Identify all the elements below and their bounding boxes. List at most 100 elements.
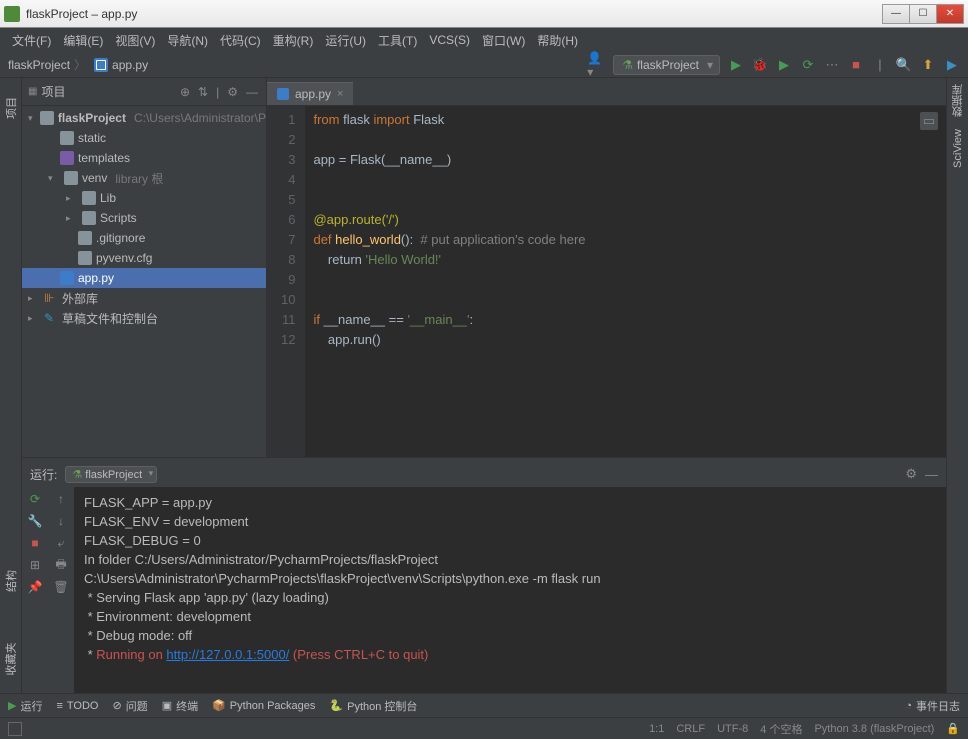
hide-icon[interactable]: — xyxy=(244,85,260,99)
tree-static[interactable]: static xyxy=(22,128,266,148)
tree-pyvenv[interactable]: pyvenv.cfg xyxy=(22,248,266,268)
todo-tool-tab[interactable]: ≡TODO xyxy=(56,700,98,712)
close-button[interactable]: ✕ xyxy=(936,4,964,24)
user-icon[interactable]: 👤▾ xyxy=(587,56,605,74)
flask-icon: ⚗ xyxy=(622,58,633,72)
down-button[interactable]: ↓ xyxy=(53,513,69,529)
tree-gitignore[interactable]: .gitignore xyxy=(22,228,266,248)
select-opened-file-icon[interactable]: ⊕ xyxy=(178,85,192,99)
maximize-button[interactable]: ☐ xyxy=(909,4,937,24)
menu-navigate[interactable]: 导航(N) xyxy=(163,30,212,51)
interpreter[interactable]: Python 3.8 (flaskProject) xyxy=(814,723,934,735)
run-settings-icon[interactable]: ⚙ xyxy=(905,466,917,482)
editor-tab-label: app.py xyxy=(295,87,331,101)
clear-button[interactable]: 🗑 xyxy=(53,579,69,595)
run-button[interactable]: ▶ xyxy=(728,57,744,73)
menu-refactor[interactable]: 重构(R) xyxy=(269,30,318,51)
up-button[interactable]: ↑ xyxy=(53,491,69,507)
caret-position[interactable]: 1:1 xyxy=(649,723,664,735)
navigation-bar: flaskProject 〉 app.py 👤▾ ⚗flaskProject ▶… xyxy=(0,52,968,78)
lock-icon[interactable]: 🔒 xyxy=(946,722,960,735)
menu-tools[interactable]: 工具(T) xyxy=(374,30,421,51)
breadcrumb-file[interactable]: app.py xyxy=(112,58,148,72)
tree-external-libs[interactable]: ▸⊪外部库 xyxy=(22,288,266,308)
reader-mode-icon[interactable]: ▭ xyxy=(920,112,938,130)
debug-button[interactable]: 🐞 xyxy=(752,57,768,73)
project-tree[interactable]: ▾ flaskProject C:\Users\Administrator\P … xyxy=(22,106,266,457)
stop-button[interactable]: ■ xyxy=(848,57,864,73)
tree-templates[interactable]: templates xyxy=(22,148,266,168)
tree-scratches[interactable]: ▸✎草稿文件和控制台 xyxy=(22,308,266,328)
menu-window[interactable]: 窗口(W) xyxy=(478,30,529,51)
run-tool-tab[interactable]: ▶运行 xyxy=(8,698,42,714)
code-editor[interactable]: 123456789101112 from flask import Flask … xyxy=(267,106,946,457)
ide-update-icon[interactable]: ⬆ xyxy=(920,57,936,73)
tree-lib[interactable]: ▸Lib xyxy=(22,188,266,208)
menu-run[interactable]: 运行(U) xyxy=(321,30,370,51)
terminal-tool-tab[interactable]: ▣终端 xyxy=(162,698,198,714)
menu-vcs[interactable]: VCS(S) xyxy=(425,31,474,49)
server-url-link[interactable]: http://127.0.0.1:5000/ xyxy=(166,647,289,662)
menu-file[interactable]: 文件(F) xyxy=(8,30,55,51)
menu-bar: 文件(F) 编辑(E) 视图(V) 导航(N) 代码(C) 重构(R) 运行(U… xyxy=(0,28,968,52)
event-log-tab[interactable]: ◔事件日志 xyxy=(905,698,960,714)
line-gutter: 123456789101112 xyxy=(267,106,305,457)
search-icon[interactable]: 🔍 xyxy=(896,57,912,73)
collapse-icon[interactable]: ▦ xyxy=(28,86,37,97)
indent-setting[interactable]: 4 个空格 xyxy=(760,721,802,737)
profile-button[interactable]: ⟳ xyxy=(800,57,816,73)
file-encoding[interactable]: UTF-8 xyxy=(717,723,748,735)
sciview-tool-tab[interactable]: SciView xyxy=(950,123,966,174)
minimize-button[interactable]: — xyxy=(882,4,910,24)
settings-icon[interactable]: ⚙ xyxy=(225,85,240,99)
problems-tool-tab[interactable]: ⊘问题 xyxy=(112,698,147,714)
menu-view[interactable]: 视图(V) xyxy=(111,30,159,51)
line-separator[interactable]: CRLF xyxy=(676,723,705,735)
menu-code[interactable]: 代码(C) xyxy=(216,30,265,51)
expand-all-icon[interactable]: ⇅ xyxy=(196,85,210,99)
packages-tool-tab[interactable]: 📦Python Packages xyxy=(212,699,315,712)
tree-root-path: C:\Users\Administrator\P xyxy=(134,111,266,125)
close-tab-icon[interactable]: × xyxy=(337,88,343,100)
tree-venv[interactable]: ▾ venv library 根 xyxy=(22,168,266,188)
tree-app-py[interactable]: app.py xyxy=(22,268,266,288)
layout-button[interactable]: ⊞ xyxy=(27,557,43,573)
project-pane-title: 项目 xyxy=(41,83,174,100)
learn-icon[interactable]: ▶ xyxy=(944,57,960,73)
coverage-button[interactable]: ▶ xyxy=(776,57,792,73)
divider: | xyxy=(214,85,221,99)
main-area: 项目 结构 收藏夹 ▦ 项目 ⊕ ⇅ | ⚙ — ▾ xyxy=(0,78,968,693)
stop-run-button[interactable]: ■ xyxy=(27,535,43,551)
breadcrumb-sep: 〉 xyxy=(74,56,86,73)
run-config-dropdown[interactable]: ⚗flaskProject xyxy=(613,55,720,75)
code-content[interactable]: from flask import Flask app = Flask(__na… xyxy=(305,106,946,457)
console-tool-tab[interactable]: 🐍Python 控制台 xyxy=(329,698,417,714)
menu-help[interactable]: 帮助(H) xyxy=(533,30,582,51)
right-sidebar: 数据库 SciView xyxy=(946,78,968,693)
run-hide-icon[interactable]: — xyxy=(925,467,938,482)
print-button[interactable]: 🖶 xyxy=(53,557,69,573)
soft-wrap-button[interactable]: ⤶ xyxy=(53,535,69,551)
pin-button[interactable]: 📌 xyxy=(27,579,43,595)
tree-scripts[interactable]: ▸Scripts xyxy=(22,208,266,228)
structure-tool-tab[interactable]: 结构 xyxy=(0,568,25,594)
flask-icon: ⚗ xyxy=(72,469,82,481)
run-config-select[interactable]: ⚗ flaskProject xyxy=(65,466,157,483)
python-file-icon xyxy=(94,58,108,72)
breadcrumb-project[interactable]: flaskProject xyxy=(8,58,70,72)
run-config-name: flaskProject xyxy=(85,469,142,481)
tree-root-name: flaskProject xyxy=(58,111,126,125)
rerun-button[interactable]: ⟳ xyxy=(27,491,43,507)
bookmarks-tool-tab[interactable]: 收藏夹 xyxy=(0,641,25,678)
status-icon[interactable] xyxy=(8,722,22,736)
menu-edit[interactable]: 编辑(E) xyxy=(59,30,107,51)
run-label: 运行: xyxy=(30,466,57,483)
run-output[interactable]: FLASK_APP = app.py FLASK_ENV = developme… xyxy=(74,487,946,693)
database-tool-tab[interactable]: 数据库 xyxy=(948,78,968,123)
python-file-icon xyxy=(277,88,289,100)
project-tool-tab[interactable]: 项目 xyxy=(0,95,25,121)
attach-button[interactable]: ⋯ xyxy=(824,57,840,73)
editor-tab-app[interactable]: app.py × xyxy=(267,82,353,105)
edit-config-button[interactable]: 🔧 xyxy=(27,513,43,529)
tree-root[interactable]: ▾ flaskProject C:\Users\Administrator\P xyxy=(22,108,266,128)
